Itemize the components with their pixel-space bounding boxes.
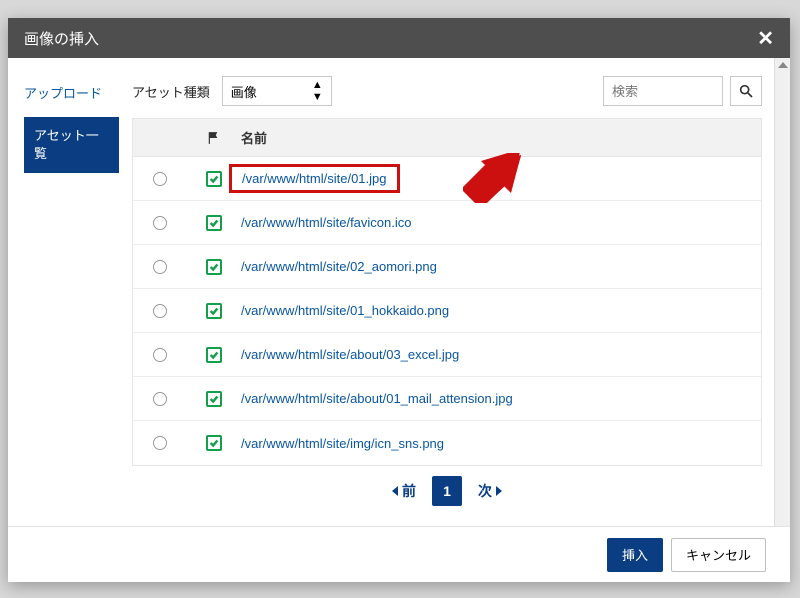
close-icon[interactable]: ✕ [757,26,774,51]
modal-body: アップロード アセット一覧 アセット種類 画像 ▲▼ [8,58,790,526]
asset-name-link[interactable]: /var/www/html/site/01_hokkaido.png [241,303,449,318]
modal-header: 画像の挿入 ✕ [8,18,790,58]
table-body: /var/www/html/site/01.jpg/var/www/html/s… [133,157,761,465]
asset-name-link[interactable]: /var/www/html/site/img/icn_sns.png [241,436,444,451]
row-radio[interactable] [153,392,167,406]
modal-title: 画像の挿入 [24,28,99,49]
table-row: /var/www/html/site/01_hokkaido.png [133,289,761,333]
pagination: 前 1 次 [132,466,762,516]
name-column-header: 名前 [241,128,761,147]
pager-next-label: 次 [478,481,492,501]
table-row: /var/www/html/site/02_aomori.png [133,245,761,289]
pager-current[interactable]: 1 [432,476,462,506]
scrollbar[interactable] [774,58,790,526]
asset-name-link[interactable]: /var/www/html/site/01.jpg [229,164,400,193]
row-radio[interactable] [153,348,167,362]
row-radio[interactable] [153,260,167,274]
asset-name-link[interactable]: /var/www/html/site/about/01_mail_attensi… [241,391,513,406]
table-row: /var/www/html/site/img/icn_sns.png [133,421,761,465]
row-radio[interactable] [153,436,167,450]
toolbar: アセット種類 画像 ▲▼ [132,76,762,106]
table-row: /var/www/html/site/favicon.ico [133,201,761,245]
check-icon [206,259,222,275]
row-radio[interactable] [153,304,167,318]
main-panel: アセット種類 画像 ▲▼ 名前 / [128,58,790,526]
search-icon [738,83,754,99]
cancel-button[interactable]: キャンセル [671,538,766,572]
check-icon [206,303,222,319]
table-header: 名前 [133,119,761,157]
modal-footer: 挿入 キャンセル [8,526,790,582]
pager-next[interactable]: 次 [478,481,502,501]
sidebar-item-asset-list[interactable]: アセット一覧 [24,117,119,173]
asset-name-link[interactable]: /var/www/html/site/02_aomori.png [241,259,437,274]
row-radio[interactable] [153,216,167,230]
asset-type-select[interactable]: 画像 ▲▼ [222,76,332,106]
table-row: /var/www/html/site/about/01_mail_attensi… [133,377,761,421]
asset-name-link[interactable]: /var/www/html/site/about/03_excel.jpg [241,347,459,362]
asset-type-label: アセット種類 [132,82,210,101]
sidebar-item-label: アップロード [24,86,102,101]
asset-table: 名前 /var/www/html/site/01.jpg/var/www/htm… [132,118,762,466]
chevron-updown-icon: ▲▼ [312,79,323,103]
triangle-right-icon [496,486,502,496]
asset-name-link[interactable]: /var/www/html/site/favicon.ico [241,215,412,230]
check-icon [206,215,222,231]
check-icon [206,347,222,363]
pager-prev[interactable]: 前 [392,481,416,501]
search-button[interactable] [730,76,762,106]
check-icon [206,391,222,407]
sidebar-item-upload[interactable]: アップロード [24,78,128,111]
sidebar-item-label: アセット一覧 [34,128,99,161]
sidebar: アップロード アセット一覧 [8,58,128,526]
table-row: /var/www/html/site/about/03_excel.jpg [133,333,761,377]
insert-image-modal: 画像の挿入 ✕ アップロード アセット一覧 アセット種類 画像 ▲▼ [8,18,790,582]
asset-type-value: 画像 [231,82,257,101]
row-radio[interactable] [153,172,167,186]
insert-button[interactable]: 挿入 [607,538,663,572]
check-icon [206,435,222,451]
check-icon [206,171,222,187]
flag-column-header [187,131,241,145]
table-row: /var/www/html/site/01.jpg [133,157,761,201]
triangle-left-icon [392,486,398,496]
pager-prev-label: 前 [402,481,416,501]
flag-icon [207,131,221,145]
search-input[interactable] [603,76,723,106]
